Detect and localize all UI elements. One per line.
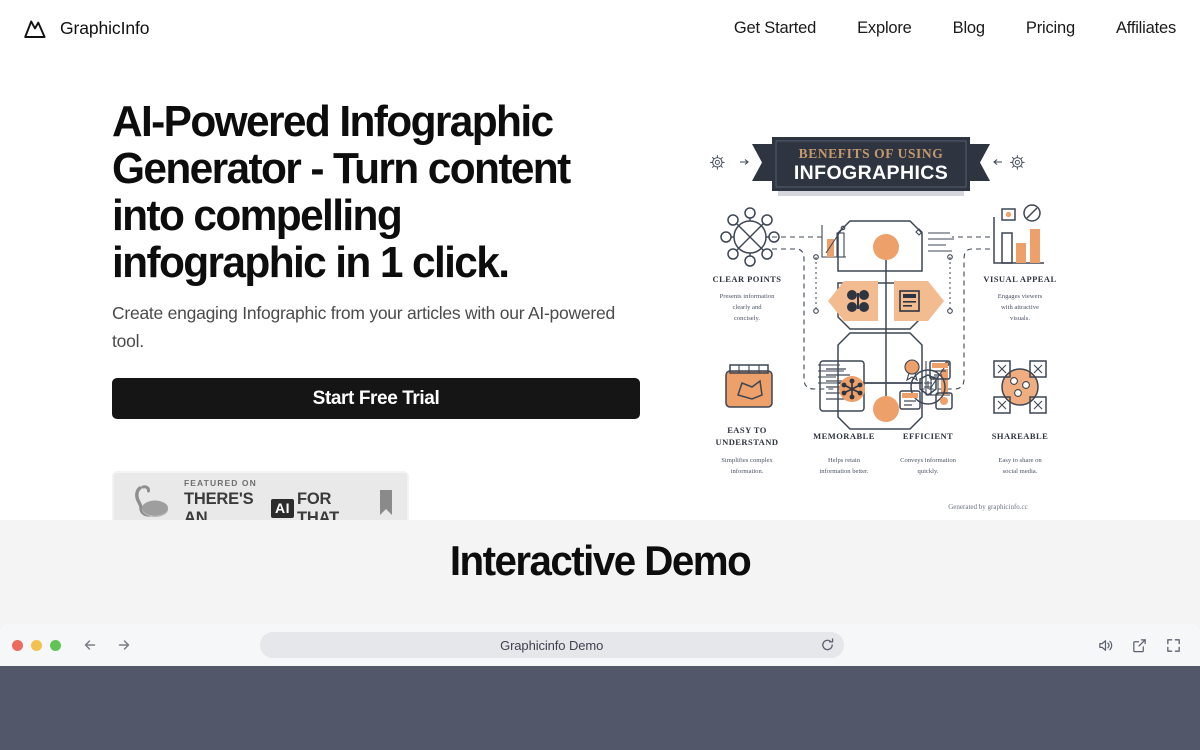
item-title-3: MEMORABLE [813, 431, 875, 441]
item-desc-3-1: information better. [819, 468, 868, 475]
page-root: GraphicInfo Get Started Explore Blog Pri… [0, 0, 1200, 750]
close-dot[interactable] [12, 639, 23, 651]
nav-link-pricing[interactable]: Pricing [1026, 19, 1075, 38]
item-title-0: CLEAR POINTS [713, 274, 782, 284]
connector-lines [772, 236, 990, 390]
item-title-4: EFFICIENT [903, 431, 953, 441]
brand-name: GraphicInfo [60, 18, 150, 38]
site-header: GraphicInfo Get Started Explore Blog Pri… [0, 0, 1200, 57]
item-desc-3-0: Helps retain [828, 457, 861, 464]
arrow-right-icon[interactable] [113, 635, 133, 655]
external-link-icon[interactable] [1131, 637, 1148, 654]
badge-featured-label: FEATURED ON [184, 477, 257, 488]
page-title: AI-Powered Infographic Generator - Turn … [112, 97, 571, 287]
item-desc-2-0: Simplifies complex [721, 457, 773, 464]
url-bar[interactable]: Graphicinfo Demo [259, 632, 844, 658]
item-desc-1-0: Engages viewers [998, 293, 1043, 300]
hero-copy: AI-Powered Infographic Generator - Turn … [112, 57, 652, 534]
info-item-shareable: SHAREABLE Easy to share on social media. [992, 360, 1048, 475]
browser-toolbar: Graphicinfo Demo [0, 624, 1200, 666]
fullscreen-icon[interactable] [1165, 637, 1182, 654]
nav-link-affiliates[interactable]: Affiliates [1116, 19, 1176, 38]
item-title-2: EASY TO [727, 425, 767, 435]
info-item-visual-appeal: VISUAL APPEAL Engages viewers with attra… [983, 204, 1056, 322]
mountain-peak-icon [24, 20, 46, 38]
infographic-credit: Generated by graphicinfo.cc [948, 503, 1028, 511]
flexed-arm-icon [135, 484, 168, 517]
demo-browser-frame: Graphicinfo Demo [0, 624, 1200, 750]
banner-group: BENEFITS OF USING INFOGRAPHICS [710, 137, 1025, 196]
center-graphic [818, 220, 954, 430]
info-item-efficient: EFFICIENT Conveys information quickly. [899, 359, 957, 475]
item-title-2b: UNDERSTAND [716, 437, 779, 447]
item-desc-0-1: clearly and [732, 304, 762, 311]
refresh-icon[interactable] [820, 638, 835, 653]
item-desc-0-2: concisely. [734, 315, 760, 322]
demo-viewport[interactable] [0, 666, 1200, 750]
item-title-5: SHAREABLE [992, 431, 1048, 441]
banner-bottom-text: INFOGRAPHICS [794, 162, 948, 184]
item-desc-4-0: Conveys information [900, 457, 957, 464]
info-item-memorable: MEMORABLE Helps retain information bette… [813, 360, 875, 475]
interactive-demo-section: Interactive Demo Graphicinfo Demo [0, 520, 1200, 750]
brand[interactable]: GraphicInfo [22, 16, 149, 42]
deco-chart-topleft [821, 225, 846, 258]
item-desc-2-1: information. [731, 468, 764, 475]
volume-icon[interactable] [1097, 637, 1114, 654]
item-desc-5-0: Easy to share on [998, 457, 1042, 464]
infographic-preview: .ol { fill:none; stroke:#3d4654; stroke-… [700, 129, 1100, 521]
nav-link-explore[interactable]: Explore [857, 19, 912, 38]
arrow-left-icon[interactable] [81, 635, 101, 655]
item-desc-0-0: Presents information [720, 293, 775, 300]
start-free-trial-button[interactable]: Start Free Trial [112, 378, 640, 419]
window-controls [12, 639, 61, 651]
item-desc-4-1: quickly. [918, 468, 939, 475]
item-desc-5-1: social media. [1003, 468, 1038, 475]
url-text: Graphicinfo Demo [500, 637, 604, 653]
item-desc-1-1: with attractive [1001, 304, 1039, 311]
browser-nav-buttons [81, 635, 133, 655]
infographic-svg: .ol { fill:none; stroke:#3d4654; stroke-… [710, 137, 1056, 511]
info-item-easy-to-understand: EASY TO UNDERSTAND Simplifies complex in… [716, 364, 779, 475]
hero-section: AI-Powered Infographic Generator - Turn … [0, 57, 1200, 534]
badge-ai-chip: AI [270, 499, 294, 518]
banner-top-text: BENEFITS OF USING [799, 146, 944, 161]
minimize-dot[interactable] [31, 639, 42, 651]
main-nav: Get Started Explore Blog Pricing Affilia… [734, 19, 1176, 38]
nav-link-blog[interactable]: Blog [953, 19, 985, 38]
demo-section-title: Interactive Demo [449, 537, 752, 584]
item-desc-1-2: visuals. [1010, 315, 1030, 322]
browser-action-icons [1097, 637, 1186, 654]
item-title-1: VISUAL APPEAL [983, 274, 1056, 284]
info-item-clear-points: CLEAR POINTS Presents information clearl… [713, 207, 782, 322]
bookmark-icon [380, 490, 392, 515]
maximize-dot[interactable] [50, 639, 61, 651]
hero-subtitle: Create engaging Infographic from your ar… [112, 303, 615, 351]
nav-link-get-started[interactable]: Get Started [734, 19, 816, 38]
